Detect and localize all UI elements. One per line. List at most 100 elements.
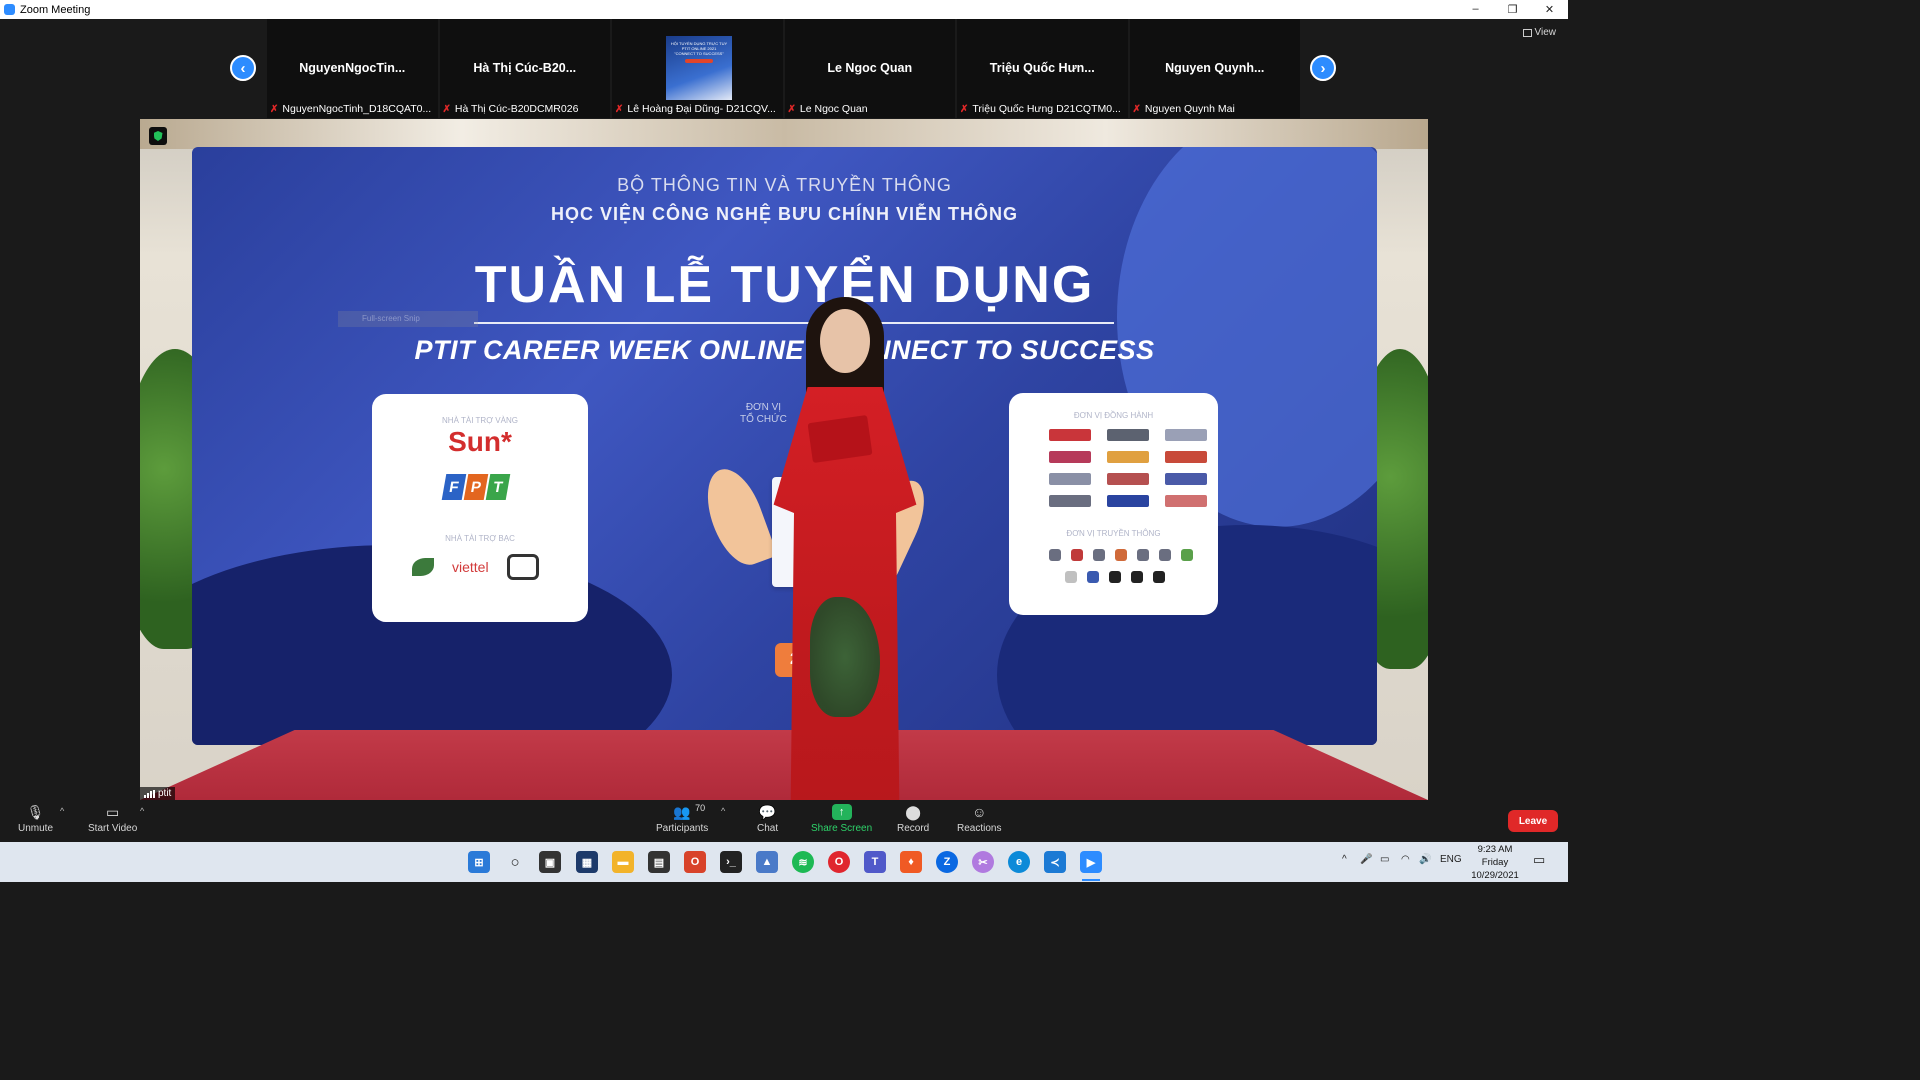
encryption-shield-icon[interactable] [149, 127, 167, 145]
participant-name-text: NguyenNgocTinh_D18CQAT0... [282, 103, 432, 115]
microphone-tray-icon[interactable]: 🎤 [1360, 854, 1372, 865]
task-view-icon[interactable]: ▣ [539, 851, 561, 873]
shield-icon [153, 131, 163, 141]
participant-tile[interactable]: NguyenNgocTin... ✗ NguyenNgocTinh_D18CQAT… [267, 19, 438, 118]
sponsor-card: NHÀ TÀI TRỢ VÀNG Sun* F P T NHÀ TÀI TRỢ … [372, 394, 588, 622]
participants-button[interactable]: 👥 70 Participants [656, 803, 708, 834]
volume-icon[interactable]: 🔊 [1419, 854, 1431, 865]
participant-strip: NguyenNgocTin... ✗ NguyenNgocTinh_D18CQAT… [267, 19, 1300, 118]
participant-name-text: Lê Hoàng Đại Dũng- D21CQV... [627, 103, 776, 115]
banner-ministry: BỘ THÔNG TIN VÀ TRUYỀN THÔNG [617, 175, 952, 195]
participant-name-text: Hà Thị Cúc-B20DCMR026 [454, 103, 579, 115]
gameloft-logo [506, 554, 539, 580]
participant-tile[interactable]: Hà Thị Cúc-B20... ✗ Hà Thị Cúc-B20DCMR026 [439, 19, 610, 118]
reactions-button[interactable]: ☺ Reactions [957, 804, 1001, 834]
share-screen-button[interactable]: ↑ Share Screen [811, 804, 872, 834]
partner-logo [1107, 429, 1149, 441]
previous-page-button[interactable]: ‹ [230, 55, 256, 81]
participant-tile[interactable]: Le Ngoc Quan ✗ Le Ngoc Quan [784, 19, 956, 118]
partner-logo [1165, 473, 1207, 485]
wifi-icon[interactable]: ◠ [1401, 854, 1410, 865]
chevron-left-icon: ‹ [240, 59, 246, 77]
office-icon[interactable]: O [684, 851, 706, 873]
view-button-label: View [1534, 27, 1557, 38]
participant-tile[interactable]: Nguyen Quynh... ✗ Nguyen Quynh Mai [1129, 19, 1301, 118]
clock-time: 9:23 AM [1477, 844, 1513, 855]
close-button[interactable]: ✕ [1531, 3, 1568, 16]
fpt-letter: P [463, 474, 489, 500]
start-video-label: Start Video [88, 823, 138, 834]
participant-name-label: ✗ Triệu Quốc Hưng D21CQTM0... [960, 103, 1128, 115]
minimize-button[interactable]: – [1457, 3, 1494, 16]
meeting-area: View ‹ › NguyenNgocTin... ✗ NguyenNgocTin… [0, 19, 1568, 800]
fpt-letter: F [441, 474, 467, 500]
opera-icon[interactable]: O [828, 851, 850, 873]
participants-count: 70 [695, 803, 706, 813]
chat-button[interactable]: 💬 Chat [757, 804, 778, 835]
windows-taskbar: ⊞ ○ ▣ ▦ ▬ ▤ O ›_ ▲ ≋ O T ♦ Z ✂ e ≺ ▶ ^ 🎤… [0, 842, 1568, 882]
view-button[interactable]: View [1522, 27, 1557, 38]
participant-name-label: ✗ Lê Hoàng Đại Dũng- D21CQV... [615, 103, 783, 115]
mic-muted-icon: ✗ [270, 103, 279, 115]
partner-logo [1049, 495, 1091, 507]
active-speaker-video[interactable]: BỘ THÔNG TIN VÀ TRUYỀN THÔNG HỌC VIỆN CÔ… [140, 119, 1428, 800]
edge-icon[interactable]: e [1008, 851, 1030, 873]
mic-muted-icon: ✗ [615, 103, 624, 115]
presenter [750, 297, 940, 800]
participant-name-label: ✗ Le Ngoc Quan [788, 103, 956, 115]
battery-icon[interactable]: ▭ [1380, 854, 1389, 865]
sponsor-logo [412, 558, 434, 576]
thumbnail-badge [685, 59, 713, 63]
search-icon[interactable]: ○ [504, 851, 526, 873]
participant-tile[interactable]: Triệu Quốc Hưn... ✗ Triệu Quốc Hưng D21CQ… [957, 19, 1128, 118]
participant-display-name: Nguyen Quynh... [1165, 61, 1265, 75]
participant-name-text: Nguyen Quynh Mai [1144, 103, 1235, 115]
participant-tile[interactable]: HỘI TUYỂN DỤNG TRỰC TUY PTIT ONLINE 2021… [612, 19, 783, 118]
media-logo [1065, 571, 1077, 583]
spotify-icon[interactable]: ≋ [792, 851, 814, 873]
media-logo [1115, 549, 1127, 561]
start-menu-icon[interactable]: ⊞ [468, 851, 490, 873]
video-options-caret[interactable]: ^ [140, 806, 144, 816]
file-explorer-icon[interactable]: ▬ [612, 851, 634, 873]
zoom-taskbar-icon[interactable]: ▶ [1080, 851, 1102, 873]
media-logo [1159, 549, 1171, 561]
participant-name-label: ✗ Nguyen Quynh Mai [1133, 103, 1301, 115]
leave-button[interactable]: Leave [1508, 810, 1558, 832]
viettel-logo: viettel [452, 559, 489, 575]
show-hidden-icons[interactable]: ^ [1342, 854, 1347, 865]
participants-options-caret[interactable]: ^ [721, 806, 725, 816]
snipping-tool-icon[interactable]: ✂ [972, 851, 994, 873]
window-title: Zoom Meeting [20, 3, 91, 16]
next-page-button[interactable]: › [1310, 55, 1336, 81]
brave-icon[interactable]: ♦ [900, 851, 922, 873]
microphone-muted-icon: 🎙 [26, 803, 45, 820]
share-screen-label: Share Screen [811, 823, 873, 834]
partner-card: ĐƠN VỊ ĐỒNG HÀNH ĐƠN VỊ TRUYỀN THÔNG [1009, 393, 1218, 615]
record-button[interactable]: ⬤ Record [897, 804, 929, 835]
participant-name-text: Le Ngoc Quan [799, 103, 868, 115]
media-logo [1153, 571, 1165, 583]
media-partner-caption: ĐƠN VỊ TRUYỀN THÔNG [1066, 529, 1161, 538]
teams-icon[interactable]: T [864, 851, 886, 873]
restore-button[interactable]: ❐ [1494, 3, 1531, 16]
zalo-icon[interactable]: Z [936, 851, 958, 873]
terminal-icon[interactable]: ›_ [720, 851, 742, 873]
media-logo [1071, 549, 1083, 561]
audio-options-caret[interactable]: ^ [60, 806, 64, 816]
media-logo [1093, 549, 1105, 561]
media-logo [1109, 571, 1121, 583]
widgets-icon[interactable]: ▦ [576, 851, 598, 873]
mic-muted-icon: ✗ [960, 103, 969, 115]
photos-icon[interactable]: ▲ [756, 851, 778, 873]
reactions-label: Reactions [957, 823, 1002, 834]
system-clock[interactable]: 9:23 AM Friday 10/29/2021 [1466, 843, 1524, 882]
language-indicator[interactable]: ENG [1440, 854, 1462, 865]
unmute-button[interactable]: 🎙 Unmute [18, 803, 53, 835]
store-icon[interactable]: ▤ [648, 851, 670, 873]
notifications-icon[interactable]: ▭ [1533, 852, 1545, 868]
start-video-button[interactable]: ▭ Start Video [88, 804, 138, 835]
mic-muted-icon: ✗ [442, 103, 451, 115]
vscode-icon[interactable]: ≺ [1044, 851, 1066, 873]
window-controls: – ❐ ✕ [1457, 3, 1568, 16]
